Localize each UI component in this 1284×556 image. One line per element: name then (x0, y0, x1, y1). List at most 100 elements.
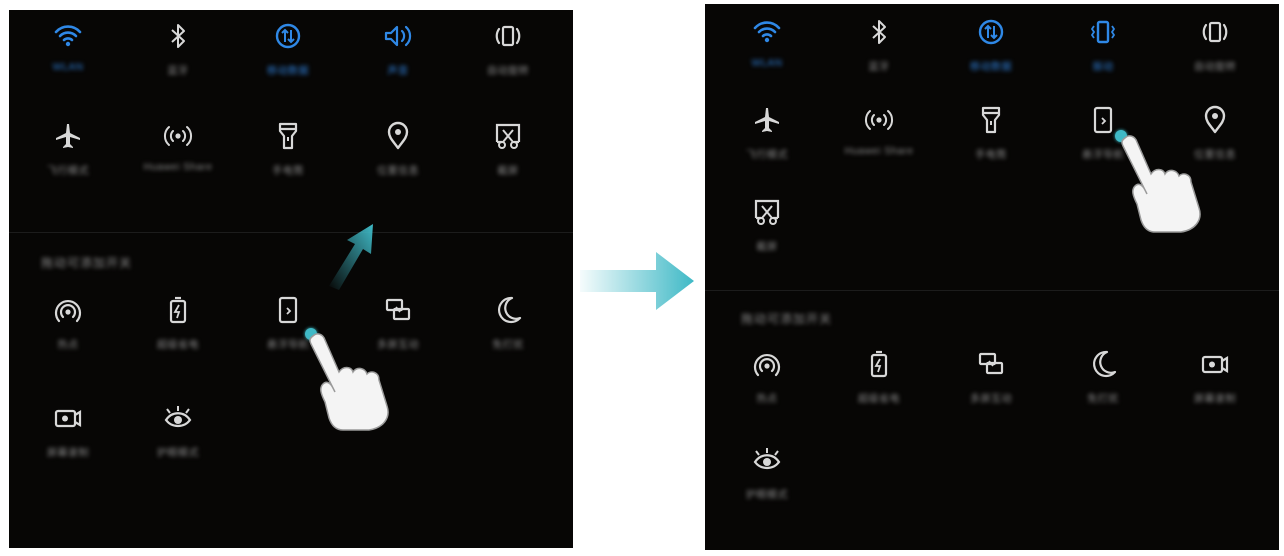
wifi-icon (54, 25, 82, 47)
flashlight-icon (278, 122, 298, 150)
tile-label: 自动旋转 (1194, 62, 1236, 73)
tile-moon[interactable]: 免打扰 (453, 294, 563, 351)
tile-super-charge[interactable]: 超级省电 (823, 348, 935, 405)
multi-screen-icon (978, 352, 1004, 375)
tile-screen-record[interactable]: 屏幕录制 (1159, 348, 1271, 405)
auto-rotate-icon (495, 25, 521, 47)
tile-label: 多屏互动 (377, 340, 419, 351)
tile-label: 热点 (756, 394, 778, 405)
tile-multi-screen[interactable]: 多屏互动 (343, 294, 453, 351)
tile-label: WLAN (52, 62, 84, 73)
super-charge-icon (870, 350, 888, 378)
sound-icon (384, 25, 412, 47)
tile-bluetooth[interactable]: 蓝牙 (823, 16, 935, 73)
tile-label: Huawei Share (844, 146, 914, 157)
tile-eye-comfort[interactable]: 护眼模式 (123, 402, 233, 459)
multi-screen-icon (385, 298, 411, 321)
tile-label: 振动 (1092, 62, 1114, 73)
tile-flashlight[interactable]: 手电筒 (233, 120, 343, 177)
quick-settings-after: 拖动可添加开关 WLAN 蓝牙 移动数据 振动 自动旋转飞行模式 Huawei Share… (705, 4, 1279, 550)
bluetooth-icon (872, 20, 886, 44)
tile-label: 蓝牙 (167, 66, 189, 77)
tile-label: 悬浮导航 (267, 340, 309, 351)
wifi-icon (753, 21, 781, 43)
section-divider (9, 232, 573, 233)
tile-multi-screen[interactable]: 多屏互动 (935, 348, 1047, 405)
airplane-icon (56, 124, 80, 148)
tile-label: 位置信息 (1194, 150, 1236, 161)
location-icon (387, 121, 409, 150)
eye-comfort-icon (753, 448, 781, 470)
huawei-share-icon (163, 126, 193, 146)
tile-airplane[interactable]: 飞行模式 (13, 120, 123, 177)
tile-label: Huawei Share (143, 162, 213, 173)
airplane-icon (755, 108, 779, 132)
tile-label: 屏幕录制 (1194, 394, 1236, 405)
quick-settings-before: 拖动可添加开关 WLAN 蓝牙 移动数据 声音 自动旋转飞行模式 Huawei Share… (9, 10, 573, 548)
tile-label: 手电筒 (272, 166, 304, 177)
section-divider (705, 290, 1279, 291)
tile-location[interactable]: 位置信息 (343, 120, 453, 177)
tile-vibrate[interactable]: 振动 (1047, 16, 1159, 73)
tile-huawei-share[interactable]: Huawei Share (123, 120, 233, 173)
tile-flashlight[interactable]: 手电筒 (935, 104, 1047, 161)
tile-label: 截屏 (756, 242, 778, 253)
mobile-data-icon (275, 23, 301, 49)
tile-label: WLAN (751, 58, 783, 69)
tile-wifi[interactable]: WLAN (13, 20, 123, 73)
hotspot-icon (753, 353, 781, 377)
screenshot-icon (754, 199, 780, 225)
tile-label: 手电筒 (975, 150, 1007, 161)
tile-label: 超级省电 (157, 340, 199, 351)
tile-sound[interactable]: 声音 (343, 20, 453, 77)
tile-floating-dock[interactable]: 悬浮导航 (1047, 104, 1159, 161)
tile-bluetooth[interactable]: 蓝牙 (123, 20, 233, 77)
tile-label: 护眼模式 (157, 448, 199, 459)
screen-record-icon (54, 409, 82, 428)
tile-label: 免打扰 (492, 340, 524, 351)
moon-icon (497, 296, 522, 323)
vibrate-icon (1090, 20, 1116, 44)
tile-super-charge[interactable]: 超级省电 (123, 294, 233, 351)
tile-label: 飞行模式 (47, 166, 89, 177)
tile-screen-record[interactable]: 屏幕录制 (13, 402, 123, 459)
tile-eye-comfort[interactable]: 护眼模式 (711, 444, 823, 501)
tile-huawei-share[interactable]: Huawei Share (823, 104, 935, 157)
flashlight-icon (981, 106, 1001, 134)
drag-direction-arrow-icon (329, 224, 373, 290)
tile-label: 移动数据 (970, 62, 1012, 73)
section-title: 拖动可添加开关 (41, 256, 133, 270)
tile-auto-rotate[interactable]: 自动旋转 (453, 20, 563, 77)
tile-label: 热点 (57, 340, 79, 351)
tile-mobile-data[interactable]: 移动数据 (935, 16, 1047, 73)
tile-label: 自动旋转 (487, 66, 529, 77)
floating-dock-icon (278, 296, 298, 324)
tile-moon[interactable]: 免打扰 (1047, 348, 1159, 405)
tile-label: 免打扰 (1087, 394, 1119, 405)
tile-wifi[interactable]: WLAN (711, 16, 823, 69)
tile-label: 超级省电 (858, 394, 900, 405)
transition-arrow-icon (580, 252, 694, 310)
tile-label: 多屏互动 (970, 394, 1012, 405)
tile-airplane[interactable]: 飞行模式 (711, 104, 823, 161)
auto-rotate-icon (1202, 21, 1228, 43)
super-charge-icon (169, 296, 187, 324)
tile-label: 位置信息 (377, 166, 419, 177)
eye-comfort-icon (164, 406, 192, 428)
tile-screenshot[interactable]: 截屏 (453, 120, 563, 177)
tile-floating-dock[interactable]: 悬浮导航 (233, 294, 343, 351)
tile-label: 蓝牙 (868, 62, 890, 73)
tile-auto-rotate[interactable]: 自动旋转 (1159, 16, 1271, 73)
tile-screenshot[interactable]: 截屏 (711, 196, 823, 253)
tile-location[interactable]: 位置信息 (1159, 104, 1271, 161)
huawei-share-icon (864, 110, 894, 130)
tile-hotspot[interactable]: 热点 (711, 348, 823, 405)
tile-label: 截屏 (497, 166, 519, 177)
tile-hotspot[interactable]: 热点 (13, 294, 123, 351)
tile-mobile-data[interactable]: 移动数据 (233, 20, 343, 77)
hotspot-icon (54, 299, 82, 323)
tile-label: 护眼模式 (746, 490, 788, 501)
section-title: 拖动可添加开关 (741, 312, 833, 326)
location-icon (1204, 105, 1226, 134)
tile-label: 屏幕录制 (47, 448, 89, 459)
